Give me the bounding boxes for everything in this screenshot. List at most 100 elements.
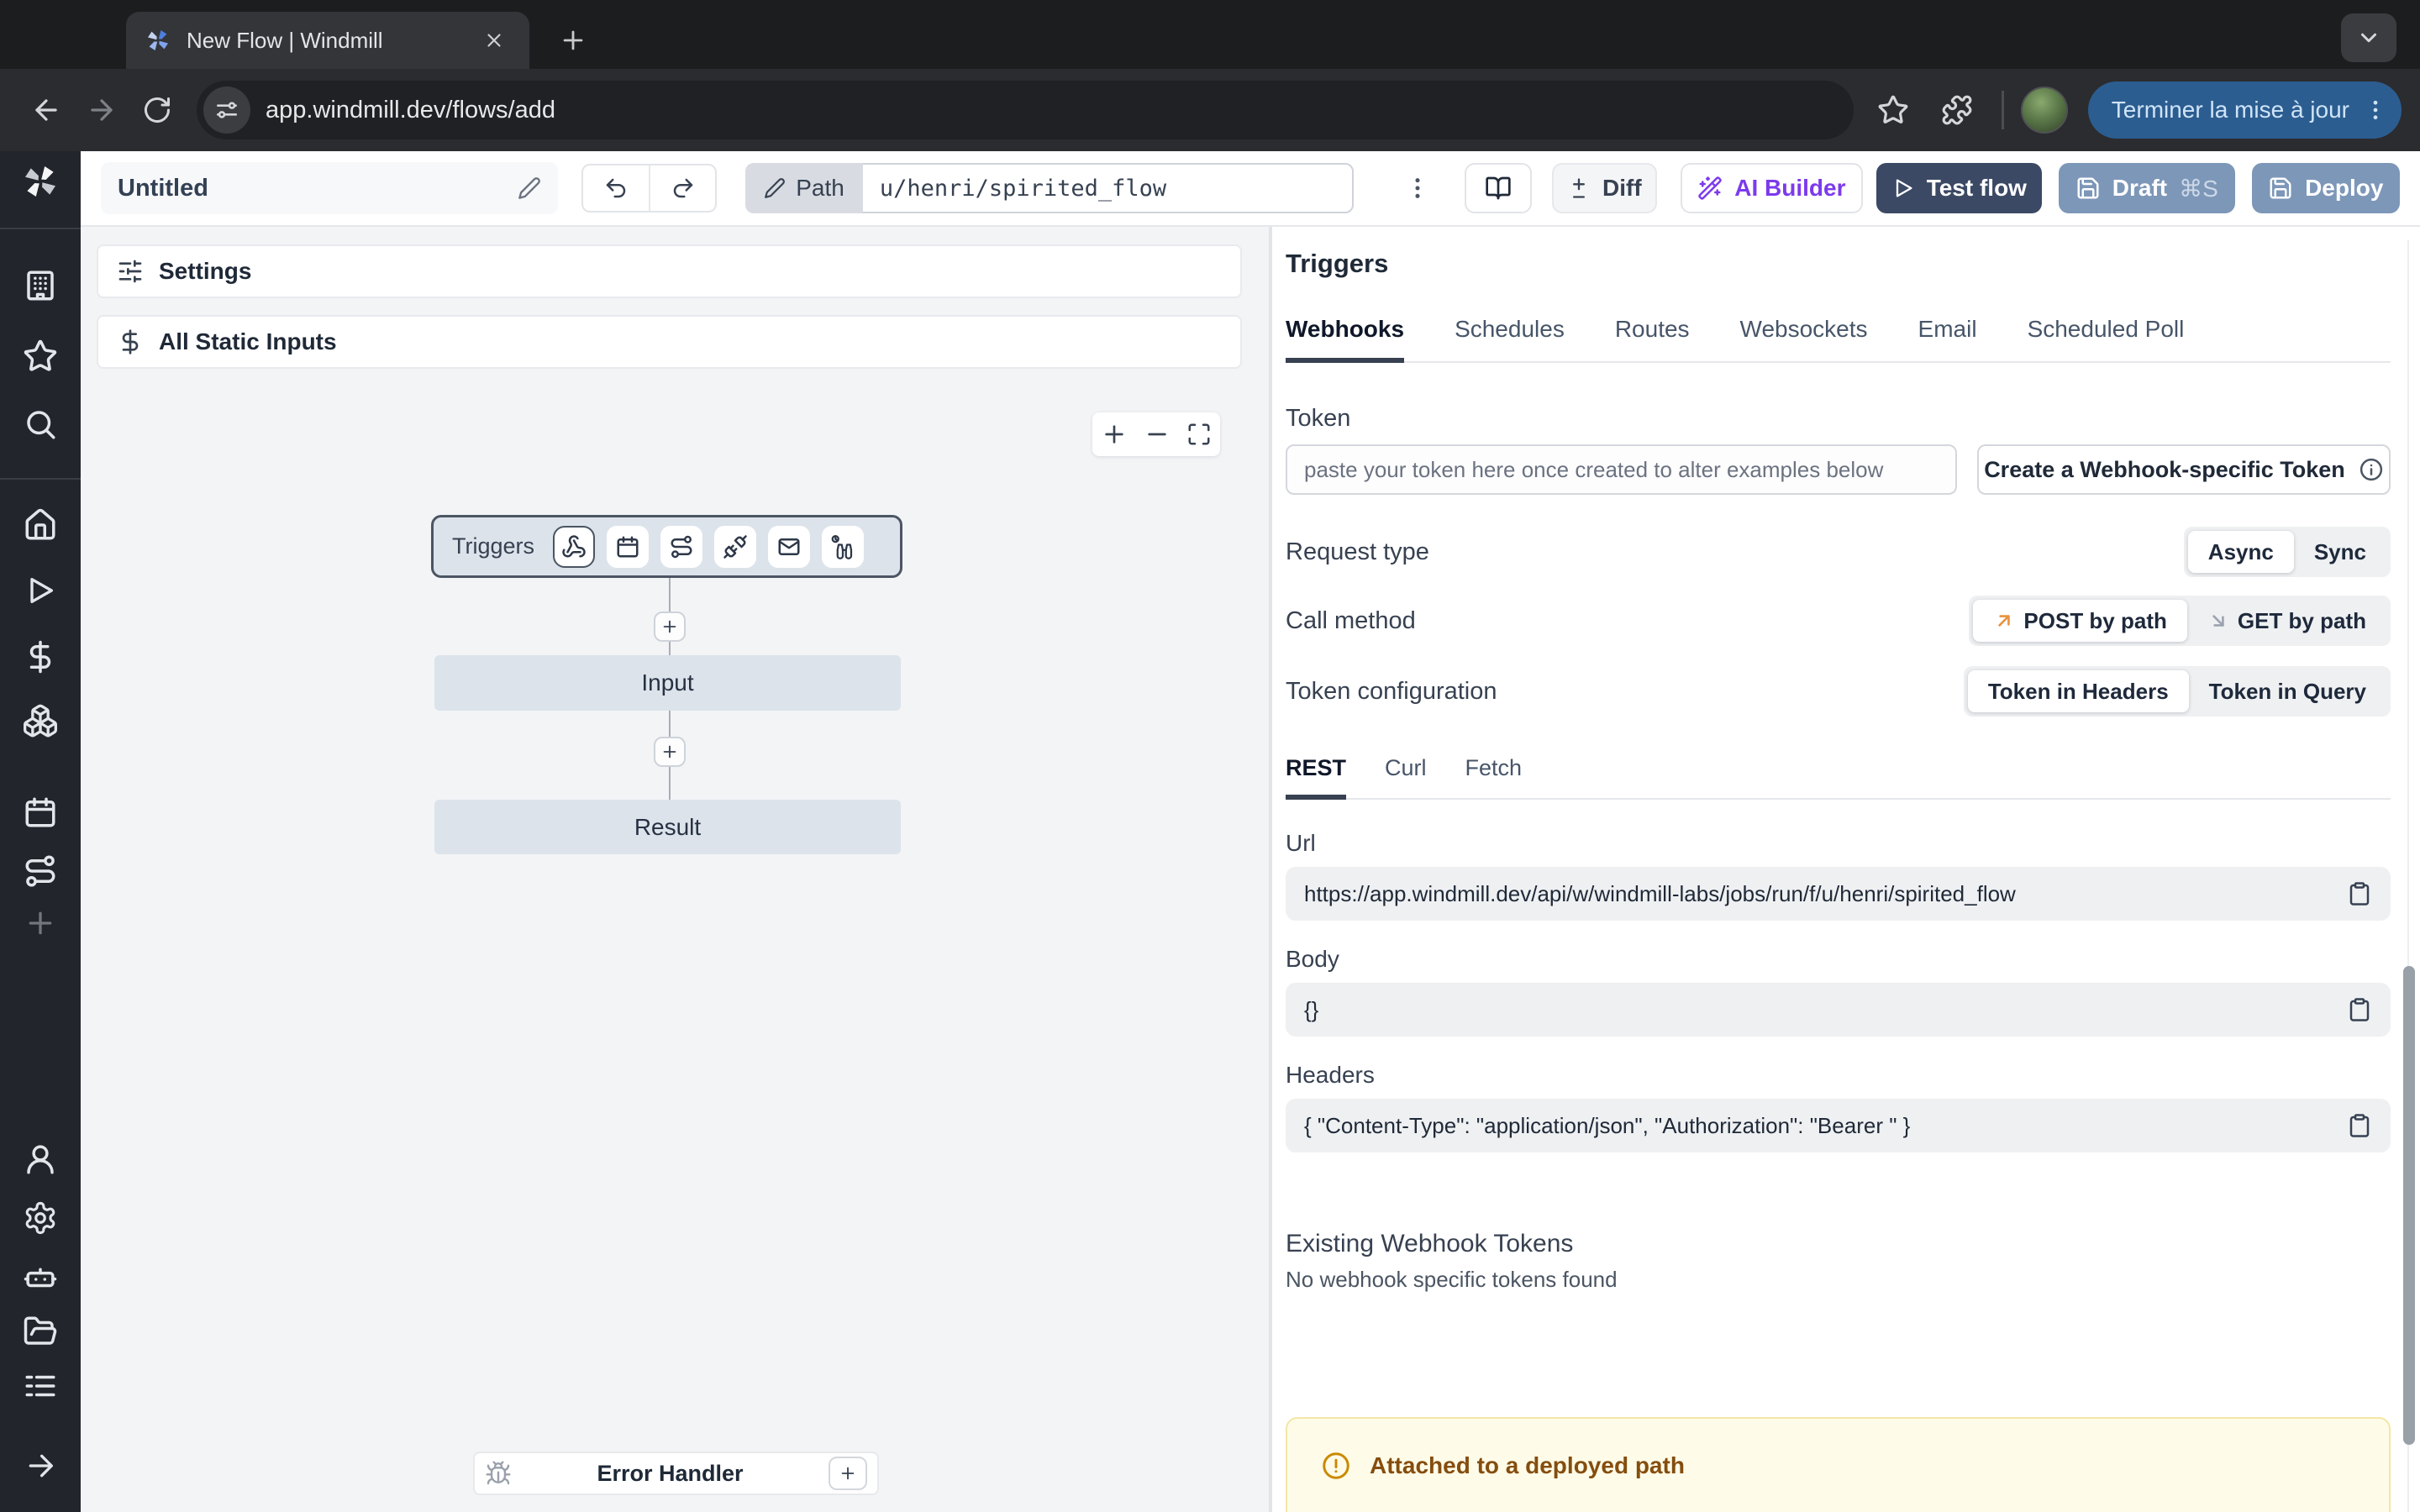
forward-button[interactable]	[74, 82, 129, 138]
body-box: {}	[1286, 983, 2391, 1037]
triggers-node-label: Triggers	[452, 533, 534, 559]
option-post-by-path[interactable]: POST by path	[1973, 600, 2186, 642]
trigger-webhook-button[interactable]	[553, 526, 595, 568]
tab-rest[interactable]: REST	[1286, 755, 1346, 800]
extensions-button[interactable]	[1929, 82, 1985, 138]
sidebar-item-workers[interactable]	[0, 1250, 81, 1304]
option-token-in-query[interactable]: Token in Query	[2189, 670, 2386, 712]
add-step-button[interactable]	[654, 737, 686, 767]
copy-url-button[interactable]	[2347, 881, 2372, 906]
static-inputs-row[interactable]: All Static Inputs	[97, 315, 1242, 369]
input-node-label: Input	[641, 669, 693, 696]
error-handler-node[interactable]: Error Handler	[473, 1452, 879, 1495]
trigger-websocket-button[interactable]	[714, 526, 756, 568]
tab-schedules[interactable]: Schedules	[1455, 316, 1565, 361]
new-tab-button[interactable]	[548, 15, 598, 66]
existing-tokens-title: Existing Webhook Tokens	[1286, 1230, 2391, 1258]
request-type-toggle: Async Sync	[2184, 527, 2391, 577]
trigger-email-button[interactable]	[768, 526, 810, 568]
input-node[interactable]: Input	[434, 655, 901, 711]
kebab-menu-icon[interactable]	[2363, 97, 2388, 123]
tab-search-chevron-button[interactable]	[2341, 13, 2396, 62]
clipboard-icon	[2347, 1113, 2372, 1138]
sidebar-item-search[interactable]	[0, 397, 81, 451]
tab-title: New Flow | Windmill	[187, 28, 462, 54]
zoom-in-button[interactable]	[1101, 421, 1128, 448]
add-step-button[interactable]	[654, 612, 686, 642]
scrollbar-thumb[interactable]	[2403, 966, 2415, 1445]
tab-curl[interactable]: Curl	[1385, 755, 1427, 798]
browser-tab[interactable]: New Flow | Windmill	[126, 12, 529, 69]
sidebar-item-flows[interactable]	[0, 844, 81, 898]
home-icon	[23, 507, 58, 543]
copy-body-button[interactable]	[2347, 997, 2372, 1022]
tab-close-icon[interactable]	[477, 24, 511, 57]
trigger-scheduled-poll-button[interactable]	[822, 526, 864, 568]
star-icon	[23, 339, 58, 374]
deploy-button[interactable]: Deploy	[2252, 163, 2401, 213]
sidebar-item-workspace[interactable]	[0, 259, 81, 312]
test-flow-button[interactable]: Test flow	[1876, 163, 2042, 213]
sidebar-item-add[interactable]	[0, 896, 81, 950]
profile-avatar[interactable]	[2021, 87, 2068, 134]
sidebar-expand-button[interactable]	[0, 1439, 81, 1493]
sidebar-item-runs[interactable]	[0, 564, 81, 617]
tab-routes[interactable]: Routes	[1615, 316, 1690, 361]
sidebar-item-favorites[interactable]	[0, 329, 81, 383]
sidebar-item-home[interactable]	[0, 498, 81, 552]
clipboard-icon	[2347, 997, 2372, 1022]
sidebar-item-folders[interactable]	[0, 1305, 81, 1358]
option-sync[interactable]: Sync	[2294, 531, 2386, 573]
path-input[interactable]: u/henri/spirited_flow	[863, 163, 1354, 213]
site-settings-button[interactable]	[203, 87, 250, 134]
browser-toolbar: app.windmill.dev/flows/add Terminer la m…	[0, 69, 2420, 151]
option-token-in-headers[interactable]: Token in Headers	[1968, 670, 2189, 712]
browser-update-button[interactable]: Terminer la mise à jour	[2088, 81, 2402, 139]
bug-icon	[485, 1460, 512, 1487]
token-input[interactable]	[1286, 444, 1957, 495]
boxes-icon	[22, 702, 59, 739]
create-webhook-token-button[interactable]: Create a Webhook-specific Token	[1977, 444, 2391, 495]
tab-websockets[interactable]: Websockets	[1740, 316, 1868, 361]
option-get-by-path[interactable]: GET by path	[2187, 600, 2386, 642]
windmill-logo[interactable]	[0, 155, 81, 208]
copy-headers-button[interactable]	[2347, 1113, 2372, 1138]
arrow-up-right-icon	[1993, 610, 2015, 632]
sidebar-item-schedules[interactable]	[0, 785, 81, 839]
create-token-label: Create a Webhook-specific Token	[1984, 457, 2345, 483]
tab-fetch[interactable]: Fetch	[1465, 755, 1523, 798]
tab-email[interactable]: Email	[1918, 316, 1977, 361]
triggers-node[interactable]: Triggers	[431, 515, 902, 578]
tab-scheduled-poll[interactable]: Scheduled Poll	[2028, 316, 2185, 361]
add-error-handler-button[interactable]	[829, 1457, 867, 1490]
flow-name-input[interactable]: Untitled	[101, 162, 558, 214]
request-type-row: Request type Async Sync	[1286, 527, 2391, 577]
sidebar-item-user[interactable]	[0, 1132, 81, 1186]
deployed-path-warning: Attached to a deployed path The webhooks…	[1286, 1417, 2391, 1512]
draft-button[interactable]: Draft ⌘S	[2059, 163, 2234, 213]
sidebar-item-resources[interactable]	[0, 694, 81, 748]
back-button[interactable]	[18, 82, 74, 138]
ai-builder-button[interactable]: AI Builder	[1681, 163, 1862, 213]
trigger-route-button[interactable]	[660, 526, 702, 568]
trigger-schedule-button[interactable]	[607, 526, 649, 568]
tab-webhooks[interactable]: Webhooks	[1286, 316, 1404, 363]
sidebar-item-settings[interactable]	[0, 1191, 81, 1245]
option-async[interactable]: Async	[2188, 531, 2294, 573]
bookmark-button[interactable]	[1865, 82, 1921, 138]
result-node[interactable]: Result	[434, 800, 901, 854]
undo-button[interactable]	[583, 165, 650, 211]
save-icon	[2268, 176, 2293, 201]
docs-button[interactable]	[1465, 163, 1532, 213]
zoom-out-button[interactable]	[1144, 421, 1171, 448]
diff-button[interactable]: Diff	[1552, 163, 1658, 213]
sidebar-item-variables[interactable]	[0, 630, 81, 684]
sidebar-item-logs[interactable]	[0, 1359, 81, 1413]
more-options-button[interactable]	[1401, 163, 1434, 213]
redo-button[interactable]	[649, 165, 715, 211]
flow-settings-row[interactable]: Settings	[97, 244, 1242, 298]
fit-view-button[interactable]	[1186, 422, 1212, 447]
reload-button[interactable]	[129, 82, 185, 138]
path-edit-button[interactable]: Path	[745, 163, 863, 213]
address-bar[interactable]: app.windmill.dev/flows/add	[197, 81, 1854, 139]
